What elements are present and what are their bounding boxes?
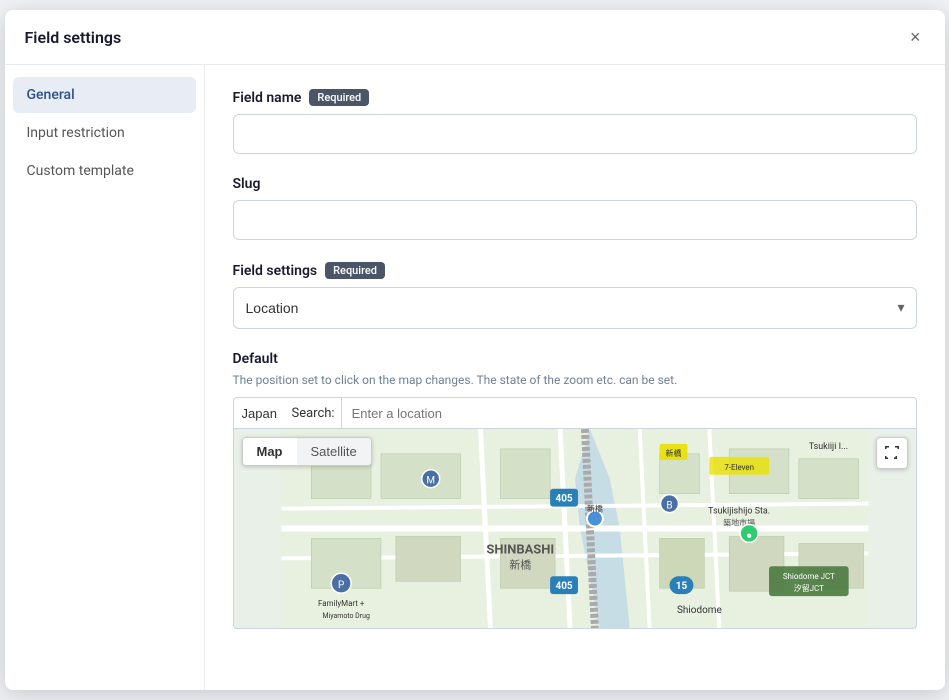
field-settings-label: Field settings Required xyxy=(233,262,917,279)
svg-text:405: 405 xyxy=(555,494,572,505)
default-section: Default The position set to click on the… xyxy=(233,351,917,629)
modal-title: Field settings xyxy=(25,28,122,47)
country-select[interactable]: Japan USA UK xyxy=(233,397,286,429)
field-settings-group: Field settings Required Location Text Nu… xyxy=(233,262,917,329)
slug-label: Slug xyxy=(233,176,917,192)
modal-header: Field settings × xyxy=(5,10,945,65)
svg-text:7-Eleven: 7-Eleven xyxy=(724,463,754,472)
sidebar-item-input-restriction[interactable]: Input restriction xyxy=(13,115,196,151)
default-title: Default xyxy=(233,351,917,367)
map-type-map-button[interactable]: Map xyxy=(243,438,297,465)
svg-text:Tsukijishijo Sta.: Tsukijishijo Sta. xyxy=(708,507,770,517)
field-settings-modal: Field settings × General Input restricti… xyxy=(5,10,945,690)
svg-text:FamilyMart +: FamilyMart + xyxy=(317,599,364,608)
svg-text:405: 405 xyxy=(555,581,572,592)
svg-text:●: ● xyxy=(746,530,752,541)
fullscreen-icon xyxy=(884,445,900,461)
svg-text:Shiodome JCT: Shiodome JCT xyxy=(782,572,834,581)
field-name-input[interactable] xyxy=(233,114,917,154)
map-container: Map Satellite xyxy=(233,429,917,629)
location-search-input[interactable] xyxy=(342,397,917,429)
close-button[interactable]: × xyxy=(906,26,925,48)
svg-text:新橋: 新橋 xyxy=(509,557,531,571)
modal-body: General Input restriction Custom templat… xyxy=(5,65,945,690)
svg-text:B: B xyxy=(666,501,672,512)
sidebar: General Input restriction Custom templat… xyxy=(5,65,205,690)
search-label: Search: xyxy=(286,397,342,429)
map-controls-bar: Japan USA UK Search: xyxy=(233,397,917,429)
field-settings-required-badge: Required xyxy=(325,262,385,279)
slug-group: Slug xyxy=(233,176,917,240)
field-name-label: Field name Required xyxy=(233,89,917,106)
svg-text:汐留JCT: 汐留JCT xyxy=(793,583,823,593)
svg-text:SHINBASHI: SHINBASHI xyxy=(486,542,554,557)
field-name-required-badge: Required xyxy=(309,89,369,106)
field-name-group: Field name Required xyxy=(233,89,917,154)
svg-text:Miyamoto Drug: Miyamoto Drug xyxy=(322,612,369,620)
svg-text:P: P xyxy=(338,580,344,591)
sidebar-item-general[interactable]: General xyxy=(13,77,196,113)
map-type-satellite-button[interactable]: Satellite xyxy=(297,438,371,465)
field-settings-select[interactable]: Location Text Number Date xyxy=(233,287,917,329)
map-type-bar: Map Satellite xyxy=(242,437,372,466)
svg-text:Shiodome: Shiodome xyxy=(677,605,722,616)
svg-text:15: 15 xyxy=(675,581,687,592)
field-settings-select-wrapper: Location Text Number Date ▾ xyxy=(233,287,917,329)
main-content: Field name Required Slug Field settings … xyxy=(205,65,945,690)
slug-input[interactable] xyxy=(233,200,917,240)
svg-text:M: M xyxy=(426,476,435,487)
fullscreen-button[interactable] xyxy=(876,437,908,469)
default-description: The position set to click on the map cha… xyxy=(233,373,917,387)
sidebar-item-custom-template[interactable]: Custom template xyxy=(13,153,196,189)
svg-text:新橋: 新橋 xyxy=(586,504,602,514)
svg-text:新橋: 新橋 xyxy=(665,448,681,458)
svg-text:Tsukiiji I...: Tsukiiji I... xyxy=(808,442,847,452)
